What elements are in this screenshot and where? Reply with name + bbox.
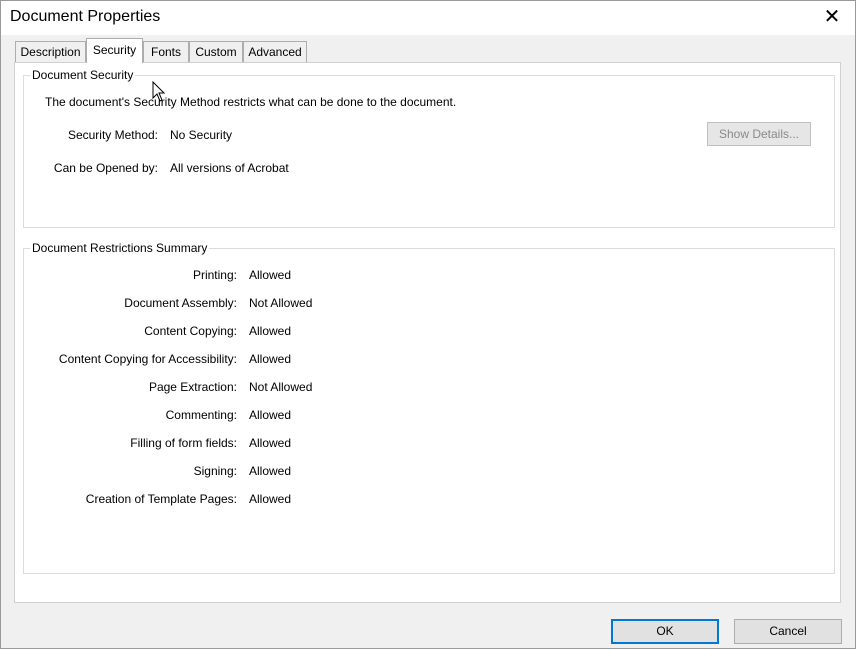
can-be-opened-value: All versions of Acrobat xyxy=(170,161,289,175)
security-method-value: No Security xyxy=(170,128,233,142)
tab-security[interactable]: Security xyxy=(86,38,143,63)
filling-form-fields-label: Filling of form fields: xyxy=(130,436,237,450)
security-description: The document's Security Method restricts… xyxy=(45,95,457,109)
filling-form-fields-value: Allowed xyxy=(249,436,292,450)
show-details-button: Show Details... xyxy=(707,122,811,146)
content-copying-label: Content Copying: xyxy=(144,324,237,338)
document-properties-dialog: Document Properties ✕ Description Securi… xyxy=(0,0,856,649)
accessibility-copying-label: Content Copying for Accessibility: xyxy=(58,352,237,366)
content-copying-value: Allowed xyxy=(249,324,292,338)
commenting-label: Commenting: xyxy=(165,408,237,422)
signing-value: Allowed xyxy=(249,464,292,478)
close-icon[interactable]: ✕ xyxy=(809,1,855,34)
document-security-legend: Document Security xyxy=(32,68,134,82)
tab-description[interactable]: Description xyxy=(15,41,86,62)
ok-button[interactable]: OK xyxy=(611,619,719,644)
tab-fonts[interactable]: Fonts xyxy=(143,41,189,62)
security-method-label: Security Method: xyxy=(67,128,158,142)
restrictions-legend: Document Restrictions Summary xyxy=(32,241,208,255)
tab-custom[interactable]: Custom xyxy=(189,41,243,62)
signing-label: Signing: xyxy=(193,464,237,478)
template-pages-value: Allowed xyxy=(249,492,292,506)
document-assembly-value: Not Allowed xyxy=(249,296,313,310)
page-extraction-label: Page Extraction: xyxy=(148,380,237,394)
document-security-group: Document Security xyxy=(23,68,835,228)
dialog-title: Document Properties xyxy=(10,8,161,25)
page-extraction-value: Not Allowed xyxy=(249,380,313,394)
tab-advanced[interactable]: Advanced xyxy=(243,41,307,62)
template-pages-label: Creation of Template Pages: xyxy=(85,492,237,506)
printing-value: Allowed xyxy=(249,268,292,282)
cancel-button[interactable]: Cancel xyxy=(734,619,842,644)
printing-label: Printing: xyxy=(192,268,237,282)
mouse-pointer-icon xyxy=(152,81,166,102)
document-assembly-label: Document Assembly: xyxy=(124,296,237,310)
accessibility-copying-value: Allowed xyxy=(249,352,292,366)
commenting-value: Allowed xyxy=(249,408,292,422)
title-bar: Document Properties ✕ xyxy=(1,1,855,35)
can-be-opened-label: Can be Opened by: xyxy=(53,161,158,175)
